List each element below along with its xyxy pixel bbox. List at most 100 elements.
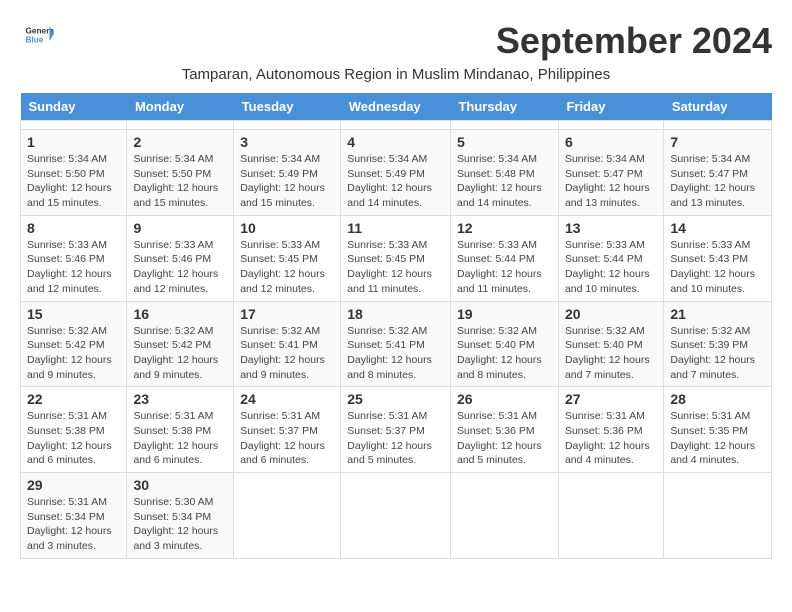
day-info: Sunrise: 5:32 AM Sunset: 5:41 PM Dayligh… [347, 324, 444, 383]
location-title: Tamparan, Autonomous Region in Muslim Mi… [20, 66, 772, 83]
logo: General Blue [20, 20, 54, 55]
calendar-cell: 22Sunrise: 5:31 AM Sunset: 5:38 PM Dayli… [21, 387, 127, 473]
day-number: 11 [347, 220, 444, 236]
calendar-week-3: 15 Sunrise: 5:32 AM Sunset: 5:42 PM Dayli… [21, 301, 772, 387]
day-info: Sunrise: 5:33 AM Sunset: 5:45 PM Dayligh… [240, 238, 334, 297]
day-number: 2 [133, 134, 227, 150]
calendar-cell [450, 121, 558, 130]
day-number: 3 [240, 134, 334, 150]
calendar-cell: 18 Sunrise: 5:32 AM Sunset: 5:41 PM Dayli… [341, 301, 451, 387]
day-number: 10 [240, 220, 334, 236]
day-info: Sunrise: 5:30 AM Sunset: 5:34 PM Dayligh… [133, 495, 227, 554]
calendar-cell: 14 Sunrise: 5:33 AM Sunset: 5:43 PM Dayli… [664, 215, 772, 301]
calendar-cell: 30 Sunrise: 5:30 AM Sunset: 5:34 PM Dayli… [127, 473, 234, 559]
calendar-body: 1 Sunrise: 5:34 AM Sunset: 5:50 PM Daylig… [21, 121, 772, 559]
calendar-cell: 21Sunrise: 5:32 AM Sunset: 5:39 PM Dayli… [664, 301, 772, 387]
day-number: 30 [133, 477, 227, 493]
calendar-cell [127, 121, 234, 130]
calendar-week-2: 8 Sunrise: 5:33 AM Sunset: 5:46 PM Daylig… [21, 215, 772, 301]
calendar-cell [234, 121, 341, 130]
day-number: 7 [670, 134, 765, 150]
day-number: 16 [133, 306, 227, 322]
day-number: 9 [133, 220, 227, 236]
calendar-header-tuesday: Tuesday [234, 93, 341, 121]
day-info: Sunrise: 5:32 AM Sunset: 5:40 PM Dayligh… [457, 324, 552, 383]
calendar-cell: 7 Sunrise: 5:34 AM Sunset: 5:47 PM Daylig… [664, 130, 772, 216]
calendar-cell: 29 Sunrise: 5:31 AM Sunset: 5:34 PM Dayli… [21, 473, 127, 559]
day-info: Sunrise: 5:34 AM Sunset: 5:47 PM Dayligh… [670, 152, 765, 211]
calendar-header-friday: Friday [558, 93, 663, 121]
calendar-cell: 19 Sunrise: 5:32 AM Sunset: 5:40 PM Dayli… [450, 301, 558, 387]
day-number: 27 [565, 391, 657, 407]
day-number: 18 [347, 306, 444, 322]
day-number: 20 [565, 306, 657, 322]
calendar-week-0 [21, 121, 772, 130]
calendar-cell [234, 473, 341, 559]
calendar-cell: 4Sunrise: 5:34 AM Sunset: 5:49 PM Daylig… [341, 130, 451, 216]
day-number: 8 [27, 220, 120, 236]
calendar-cell [664, 121, 772, 130]
day-number: 23 [133, 391, 227, 407]
calendar-header-saturday: Saturday [664, 93, 772, 121]
month-title-section: September 2024 [496, 20, 772, 62]
day-info: Sunrise: 5:33 AM Sunset: 5:46 PM Dayligh… [133, 238, 227, 297]
day-number: 24 [240, 391, 334, 407]
day-number: 28 [670, 391, 765, 407]
day-number: 26 [457, 391, 552, 407]
calendar-cell: 3 Sunrise: 5:34 AM Sunset: 5:49 PM Daylig… [234, 130, 341, 216]
calendar-cell: 9 Sunrise: 5:33 AM Sunset: 5:46 PM Daylig… [127, 215, 234, 301]
day-number: 21 [670, 306, 765, 322]
day-number: 12 [457, 220, 552, 236]
day-info: Sunrise: 5:34 AM Sunset: 5:50 PM Dayligh… [133, 152, 227, 211]
calendar-week-5: 29 Sunrise: 5:31 AM Sunset: 5:34 PM Dayli… [21, 473, 772, 559]
day-number: 19 [457, 306, 552, 322]
calendar-week-4: 22 Sunrise: 5:31 AM Sunset: 5:38 PM Dayli… [21, 387, 772, 473]
calendar-cell: 6Sunrise: 5:34 AM Sunset: 5:47 PM Daylig… [558, 130, 663, 216]
day-info: Sunrise: 5:34 AM Sunset: 5:49 PM Dayligh… [347, 152, 444, 211]
day-info: Sunrise: 5:31 AM Sunset: 5:35 PM Dayligh… [670, 409, 765, 468]
calendar-week-1: 1 Sunrise: 5:34 AM Sunset: 5:50 PM Daylig… [21, 130, 772, 216]
calendar-cell: 11 Sunrise: 5:33 AM Sunset: 5:45 PM Dayli… [341, 215, 451, 301]
calendar-cell: 27 Sunrise: 5:31 AM Sunset: 5:36 PM Dayli… [558, 387, 663, 473]
day-info: Sunrise: 5:31 AM Sunset: 5:36 PM Dayligh… [565, 409, 657, 468]
day-info: Sunrise: 5:32 AM Sunset: 5:42 PM Dayligh… [133, 324, 227, 383]
day-number: 14 [670, 220, 765, 236]
month-title: September 2024 [496, 20, 772, 62]
calendar-cell: 15Sunrise: 5:32 AM Sunset: 5:42 PM Dayli… [21, 301, 127, 387]
day-info: Sunrise: 5:34 AM Sunset: 5:50 PM Dayligh… [27, 152, 120, 211]
day-number: 29 [27, 477, 120, 493]
calendar-cell: 8 Sunrise: 5:33 AM Sunset: 5:46 PM Daylig… [21, 215, 127, 301]
calendar-header-row: SundayMondayTuesdayWednesdayThursdayFrid… [21, 93, 772, 121]
day-info: Sunrise: 5:34 AM Sunset: 5:48 PM Dayligh… [457, 152, 552, 211]
calendar-cell: 20Sunrise: 5:32 AM Sunset: 5:40 PM Dayli… [558, 301, 663, 387]
day-info: Sunrise: 5:32 AM Sunset: 5:41 PM Dayligh… [240, 324, 334, 383]
calendar-cell: 12Sunrise: 5:33 AM Sunset: 5:44 PM Dayli… [450, 215, 558, 301]
day-number: 22 [27, 391, 120, 407]
calendar-cell [341, 121, 451, 130]
day-number: 13 [565, 220, 657, 236]
calendar-cell [450, 473, 558, 559]
day-info: Sunrise: 5:31 AM Sunset: 5:34 PM Dayligh… [27, 495, 120, 554]
svg-text:Blue: Blue [26, 36, 44, 45]
day-info: Sunrise: 5:33 AM Sunset: 5:45 PM Dayligh… [347, 238, 444, 297]
day-number: 17 [240, 306, 334, 322]
day-number: 1 [27, 134, 120, 150]
day-info: Sunrise: 5:33 AM Sunset: 5:43 PM Dayligh… [670, 238, 765, 297]
calendar-cell: 25Sunrise: 5:31 AM Sunset: 5:37 PM Dayli… [341, 387, 451, 473]
day-number: 15 [27, 306, 120, 322]
calendar-cell [341, 473, 451, 559]
day-info: Sunrise: 5:34 AM Sunset: 5:47 PM Dayligh… [565, 152, 657, 211]
day-info: Sunrise: 5:33 AM Sunset: 5:44 PM Dayligh… [565, 238, 657, 297]
calendar-cell: 10 Sunrise: 5:33 AM Sunset: 5:45 PM Dayli… [234, 215, 341, 301]
day-info: Sunrise: 5:34 AM Sunset: 5:49 PM Dayligh… [240, 152, 334, 211]
calendar-header-monday: Monday [127, 93, 234, 121]
calendar-cell [558, 473, 663, 559]
calendar-cell: 23 Sunrise: 5:31 AM Sunset: 5:38 PM Dayli… [127, 387, 234, 473]
calendar-cell [664, 473, 772, 559]
calendar-cell: 13 Sunrise: 5:33 AM Sunset: 5:44 PM Dayli… [558, 215, 663, 301]
day-info: Sunrise: 5:31 AM Sunset: 5:37 PM Dayligh… [347, 409, 444, 468]
day-info: Sunrise: 5:33 AM Sunset: 5:46 PM Dayligh… [27, 238, 120, 297]
day-info: Sunrise: 5:31 AM Sunset: 5:38 PM Dayligh… [133, 409, 227, 468]
calendar-header-sunday: Sunday [21, 93, 127, 121]
calendar-header-wednesday: Wednesday [341, 93, 451, 121]
